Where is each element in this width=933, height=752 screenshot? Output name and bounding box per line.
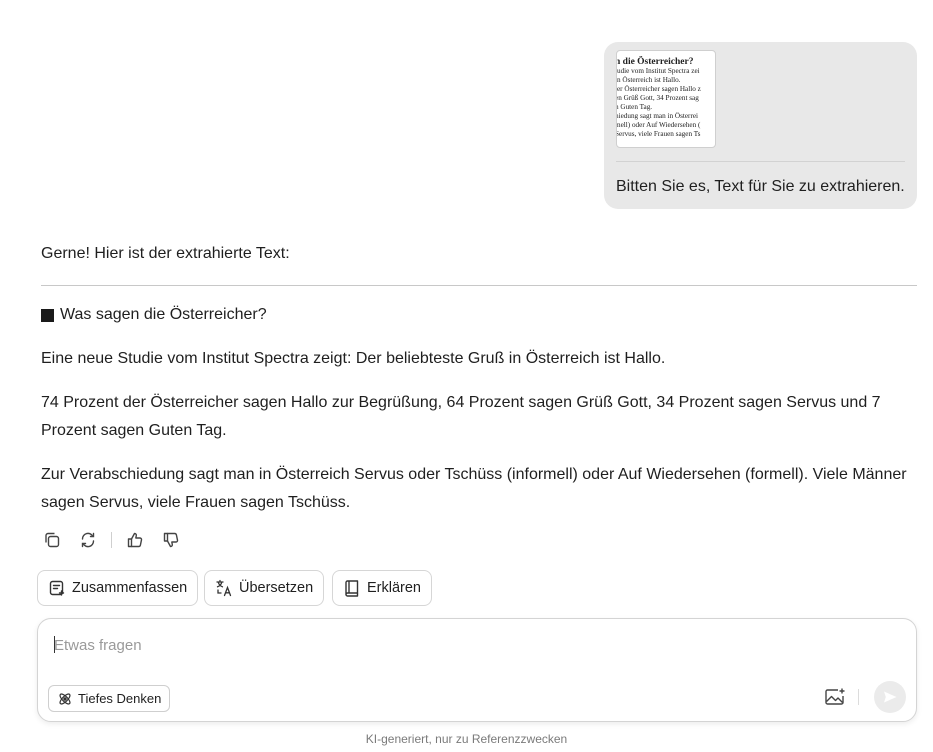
deep-think-button[interactable]: Tiefes Denken — [48, 685, 171, 712]
user-message-text: Bitten Sie es, Text für Sie zu extrahier… — [616, 178, 905, 195]
attachment-title: n die Österreicher? — [616, 57, 694, 67]
response-paragraph: Eine neue Studie vom Institut Spectra ze… — [41, 350, 666, 367]
text-caret — [54, 636, 55, 653]
attachment-line: mell) oder Auf Wiedersehen ( — [616, 121, 701, 129]
attachment-line: en Grüß Gott, 34 Prozent sag — [616, 94, 699, 102]
regenerate-icon — [81, 532, 95, 548]
response-paragraph: 74 Prozent der Österreicher sagen Hallo … — [41, 394, 881, 439]
summarize-chip-label: Zusammenfassen — [72, 580, 188, 596]
user-message-bubble: n die Österreicher? tudie vom Institut S… — [604, 42, 917, 209]
attachment-thumbnail[interactable]: n die Österreicher? tudie vom Institut S… — [616, 50, 716, 148]
chat-page: n die Österreicher? tudie vom Institut S… — [0, 0, 933, 752]
translate-icon — [216, 579, 232, 597]
prompt-input[interactable] — [54, 633, 834, 657]
disclaimer-footer: KI-generiert, nur zu Referenzzwecken — [365, 732, 568, 746]
thumbs-down-button[interactable] — [160, 529, 182, 551]
copy-icon — [45, 532, 60, 548]
summarize-icon — [49, 580, 65, 596]
regenerate-button[interactable] — [77, 529, 99, 551]
explain-chip[interactable]: Erklären — [332, 570, 432, 606]
attachment-line: ler Österreicher sagen Hallo z — [616, 85, 701, 93]
send-button[interactable] — [874, 681, 906, 713]
response-heading-text: Was sagen die Österreicher? — [60, 306, 267, 323]
response-heading: Was sagen die Österreicher? — [41, 306, 267, 324]
thumbs-up-icon — [127, 532, 143, 548]
response-paragraph: Zur Verabschiedung sagt man in Österreic… — [41, 466, 907, 511]
book-icon — [345, 580, 359, 597]
translate-chip[interactable]: Übersetzen — [204, 570, 325, 606]
upload-image-button[interactable] — [822, 685, 848, 709]
image-upload-icon — [825, 688, 845, 705]
thumbs-down-icon — [163, 532, 179, 548]
translate-chip-label: Übersetzen — [239, 580, 314, 596]
copy-button[interactable] — [41, 529, 63, 551]
summarize-chip[interactable]: Zusammenfassen — [37, 570, 199, 606]
thumbs-up-button[interactable] — [124, 529, 146, 551]
atom-icon — [59, 692, 71, 705]
composer-separator — [858, 689, 859, 705]
explain-chip-label: Erklären — [367, 580, 421, 596]
send-icon — [884, 691, 897, 703]
black-square-icon — [41, 308, 54, 322]
bubble-divider — [616, 161, 905, 162]
response-actions — [41, 529, 196, 551]
attachment-line: tudie vom Institut Spectra zei — [616, 67, 700, 75]
attachment-line: hiedung sagt man in Österrei — [616, 112, 699, 120]
response-intro: Gerne! Hier ist der extrahierte Text: — [41, 245, 290, 262]
prompt-composer: Tiefes Denken — [37, 618, 917, 722]
deep-think-label: Tiefes Denken — [78, 691, 162, 706]
attachment-line: in Österreich ist Hallo. — [616, 76, 681, 84]
attachment-line: n Guten Tag. — [616, 103, 653, 111]
response-divider — [41, 285, 917, 286]
actions-separator — [111, 532, 112, 548]
attachment-line: Servus, viele Frauen sagen Ts — [616, 130, 701, 138]
